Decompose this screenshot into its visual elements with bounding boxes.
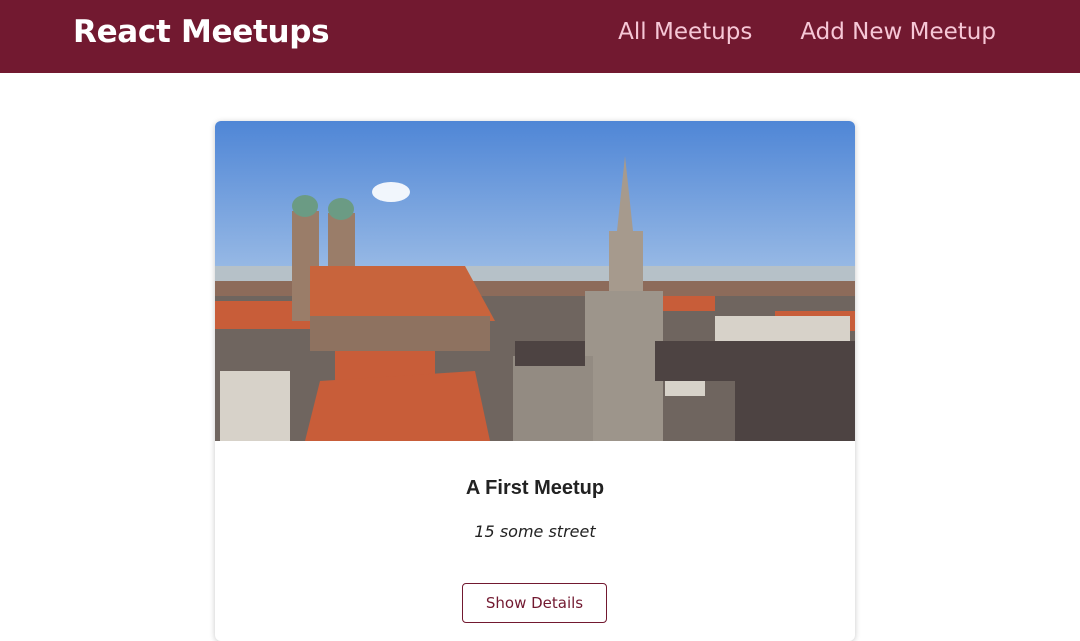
meetup-address: 15 some street <box>474 522 596 541</box>
main-navigation: All Meetups Add New Meetup <box>618 19 996 45</box>
main-header: React Meetups All Meetups Add New Meetup <box>0 0 1080 73</box>
logo[interactable]: React Meetups <box>73 14 330 50</box>
meetup-image <box>215 121 855 441</box>
nav-link-add-new-meetup[interactable]: Add New Meetup <box>800 19 996 45</box>
meetup-title: A First Meetup <box>465 477 605 499</box>
nav-link-all-meetups[interactable]: All Meetups <box>618 19 752 45</box>
show-details-button[interactable]: Show Details <box>462 583 607 623</box>
cloud <box>372 182 410 202</box>
meetup-card: A First Meetup 15 some street Show Detai… <box>215 121 855 641</box>
